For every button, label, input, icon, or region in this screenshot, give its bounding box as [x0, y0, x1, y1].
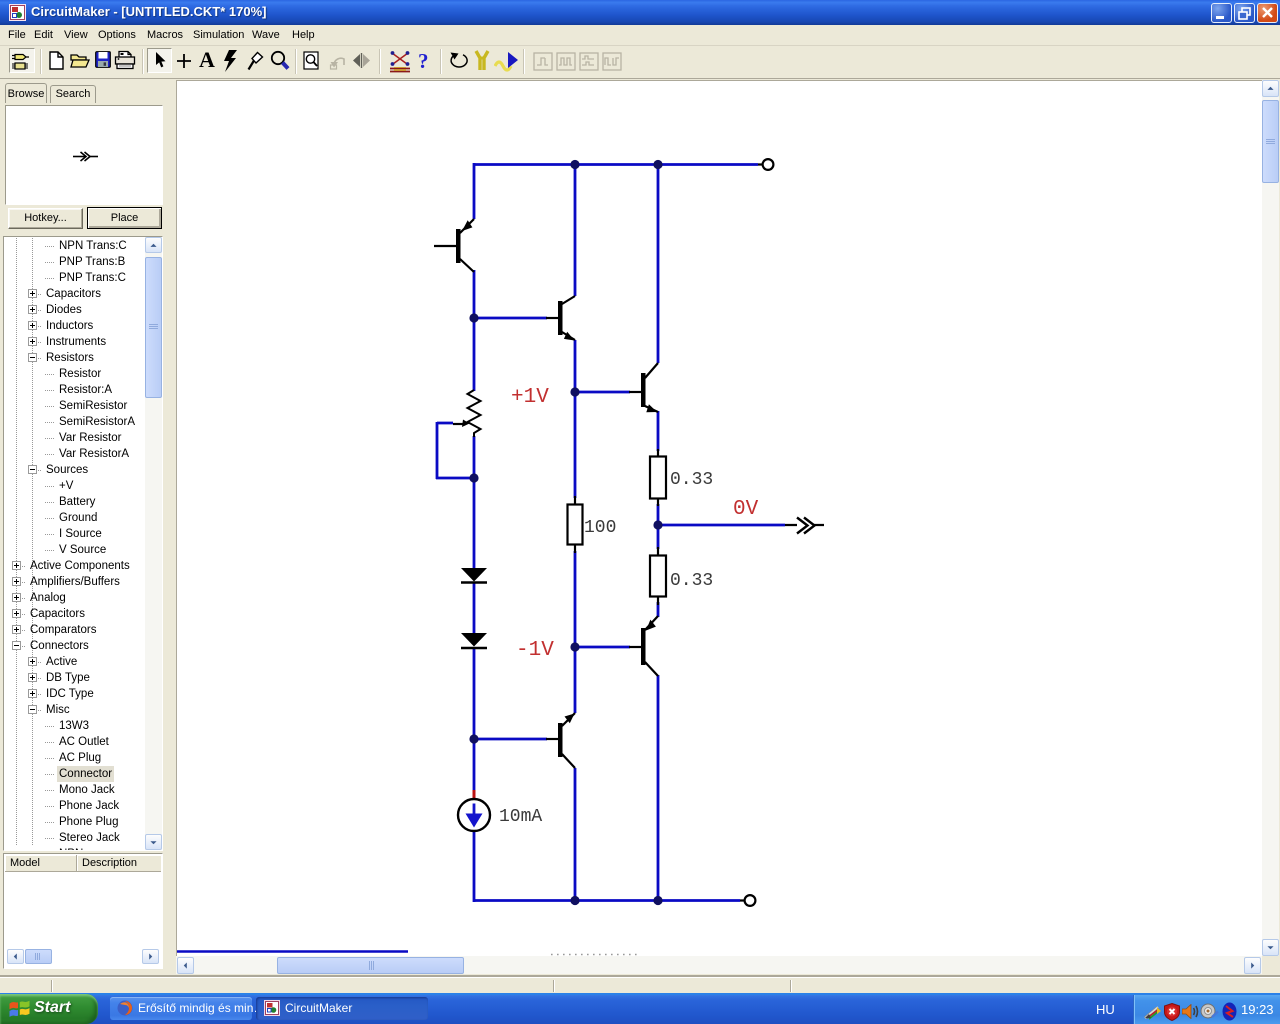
svg-text:-1V: -1V: [516, 639, 554, 662]
svg-text:0.33: 0.33: [670, 470, 713, 490]
svg-text:0V: 0V: [733, 498, 759, 521]
svg-text:+1V: +1V: [511, 386, 549, 409]
svg-text:10mA: 10mA: [499, 807, 542, 827]
svg-text:0.33: 0.33: [670, 571, 713, 591]
svg-text:100: 100: [584, 518, 616, 538]
